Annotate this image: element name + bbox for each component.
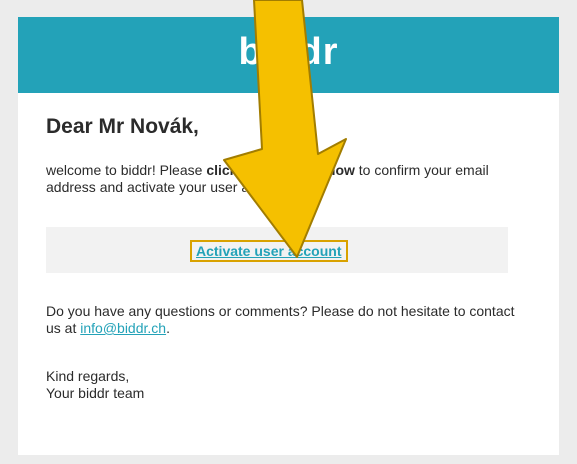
sign-off: Kind regards, Your biddr team [46, 368, 346, 402]
intro-text-bold: click on the link below [206, 162, 355, 178]
questions-end: . [166, 320, 170, 336]
contact-email-link[interactable]: info@biddr.ch [80, 320, 166, 336]
greeting-heading: Dear Mr Novák, [46, 115, 199, 138]
regards-line: Kind regards, [46, 368, 130, 384]
team-signature: Your biddr team [46, 385, 145, 401]
questions-paragraph: Do you have any questions or comments? P… [46, 303, 516, 337]
activate-account-link[interactable]: Activate user account [190, 240, 348, 262]
intro-paragraph: welcome to biddr! Please click on the li… [46, 162, 506, 196]
email-header: biddr [18, 17, 559, 93]
intro-text-start: welcome to biddr! Please [46, 162, 207, 178]
biddr-logo: biddr [238, 31, 339, 73]
